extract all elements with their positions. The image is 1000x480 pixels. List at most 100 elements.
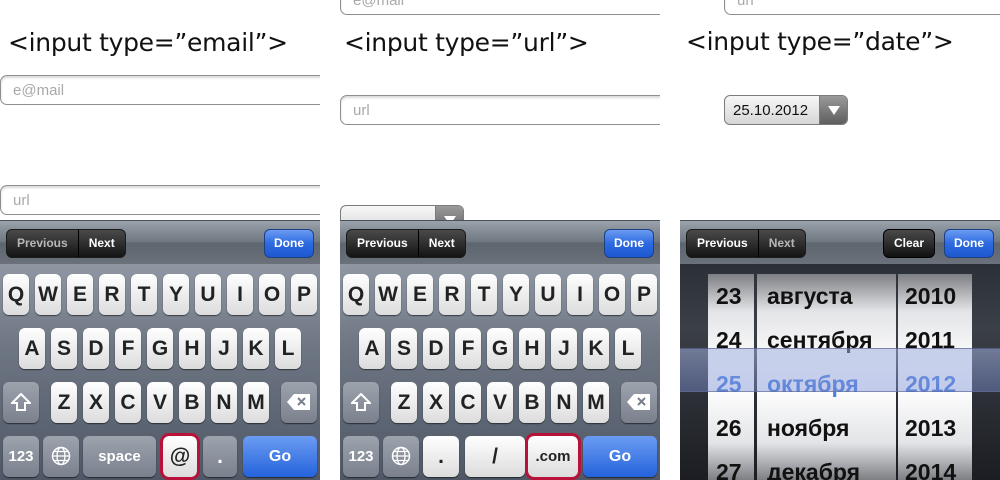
key-t[interactable]: T	[471, 274, 497, 315]
delete-key[interactable]	[621, 382, 657, 423]
key-o[interactable]: O	[259, 274, 285, 315]
email-field[interactable]: e@mail	[0, 75, 320, 105]
slash-key[interactable]: /	[465, 436, 525, 477]
next-button[interactable]: Next	[417, 230, 465, 257]
key-w[interactable]: W	[375, 274, 401, 315]
key-m[interactable]: M	[243, 382, 269, 423]
key-l[interactable]: L	[615, 328, 641, 369]
key-a[interactable]: A	[359, 328, 385, 369]
key-u[interactable]: U	[195, 274, 221, 315]
done-button[interactable]: Done	[604, 229, 654, 258]
year-item: 2013	[905, 415, 957, 441]
done-button[interactable]: Done	[944, 229, 994, 258]
numbers-key[interactable]: 123	[343, 436, 379, 477]
key-x[interactable]: X	[83, 382, 109, 423]
key-h[interactable]: H	[519, 328, 545, 369]
key-l[interactable]: L	[275, 328, 301, 369]
key-j[interactable]: J	[551, 328, 577, 369]
dot-key[interactable]: .	[423, 436, 459, 477]
key-t[interactable]: T	[131, 274, 157, 315]
key-k[interactable]: K	[583, 328, 609, 369]
previous-button[interactable]: Previous	[687, 230, 758, 257]
key-c[interactable]: C	[115, 382, 141, 423]
url-field[interactable]: url	[340, 95, 660, 125]
key-b[interactable]: B	[179, 382, 205, 423]
day-item: 23	[716, 283, 742, 309]
month-item: августа	[767, 283, 853, 309]
key-h[interactable]: H	[179, 328, 205, 369]
year-item: 2010	[905, 283, 957, 309]
key-p[interactable]: P	[291, 274, 317, 315]
at-key[interactable]: @	[160, 433, 200, 480]
key-z[interactable]: Z	[391, 382, 417, 423]
url-field[interactable]: url	[0, 185, 320, 215]
shift-key[interactable]	[343, 382, 379, 423]
key-w[interactable]: W	[35, 274, 61, 315]
key-y[interactable]: Y	[503, 274, 529, 315]
done-button[interactable]: Done	[264, 229, 314, 258]
key-m[interactable]: M	[583, 382, 609, 423]
globe-icon	[391, 446, 411, 466]
key-u[interactable]: U	[535, 274, 561, 315]
key-i[interactable]: I	[567, 274, 593, 315]
date-select[interactable]: 25.10.2012	[724, 95, 848, 125]
key-s[interactable]: S	[391, 328, 417, 369]
key-r[interactable]: R	[439, 274, 465, 315]
shift-key[interactable]	[3, 382, 39, 423]
backspace-icon	[627, 394, 650, 410]
key-c[interactable]: C	[455, 382, 481, 423]
key-o[interactable]: O	[599, 274, 625, 315]
key-a[interactable]: A	[19, 328, 45, 369]
key-b[interactable]: B	[519, 382, 545, 423]
url-heading: <input type=”url”>	[344, 28, 589, 57]
globe-icon	[51, 446, 71, 466]
key-n[interactable]: N	[551, 382, 577, 423]
numbers-key[interactable]: 123	[3, 436, 39, 477]
key-f[interactable]: F	[115, 328, 141, 369]
key-s[interactable]: S	[51, 328, 77, 369]
dotcom-key[interactable]: .com	[525, 433, 581, 480]
key-d[interactable]: D	[83, 328, 109, 369]
day-item: 26	[716, 415, 742, 441]
key-k[interactable]: K	[243, 328, 269, 369]
key-j[interactable]: J	[211, 328, 237, 369]
globe-key[interactable]	[43, 436, 79, 477]
form-accessory-bar: Previous Next Done	[340, 220, 660, 264]
space-key[interactable]: space	[83, 436, 156, 477]
next-button[interactable]: Next	[77, 230, 125, 257]
key-q[interactable]: Q	[343, 274, 369, 315]
previous-button[interactable]: Previous	[7, 230, 78, 257]
key-p[interactable]: P	[631, 274, 657, 315]
key-z[interactable]: Z	[51, 382, 77, 423]
date-heading: <input type=”date”>	[686, 27, 954, 56]
key-e[interactable]: E	[407, 274, 433, 315]
day-item: 27	[716, 459, 742, 480]
key-v[interactable]: V	[147, 382, 173, 423]
key-y[interactable]: Y	[163, 274, 189, 315]
key-f[interactable]: F	[455, 328, 481, 369]
globe-key[interactable]	[383, 436, 419, 477]
date-value: 25.10.2012	[733, 102, 809, 119]
delete-key[interactable]	[281, 382, 317, 423]
key-q[interactable]: Q	[3, 274, 29, 315]
url-input-demo: e@mail <input type=”url”> url Previous N…	[340, 0, 660, 480]
url-field-partial[interactable]: url	[724, 0, 1000, 15]
dot-key[interactable]: .	[203, 436, 237, 477]
key-g[interactable]: G	[487, 328, 513, 369]
month-item: декабря	[767, 459, 861, 480]
month-item: ноября	[767, 415, 850, 441]
go-key[interactable]: Go	[243, 436, 317, 477]
key-i[interactable]: I	[227, 274, 253, 315]
key-x[interactable]: X	[423, 382, 449, 423]
previous-button[interactable]: Previous	[347, 230, 418, 257]
email-field-partial[interactable]: e@mail	[340, 0, 660, 15]
next-button[interactable]: Next	[757, 230, 805, 257]
clear-button[interactable]: Clear	[883, 229, 936, 258]
key-g[interactable]: G	[147, 328, 173, 369]
key-d[interactable]: D	[423, 328, 449, 369]
key-n[interactable]: N	[211, 382, 237, 423]
key-v[interactable]: V	[487, 382, 513, 423]
go-key[interactable]: Go	[583, 436, 657, 477]
key-e[interactable]: E	[67, 274, 93, 315]
key-r[interactable]: R	[99, 274, 125, 315]
